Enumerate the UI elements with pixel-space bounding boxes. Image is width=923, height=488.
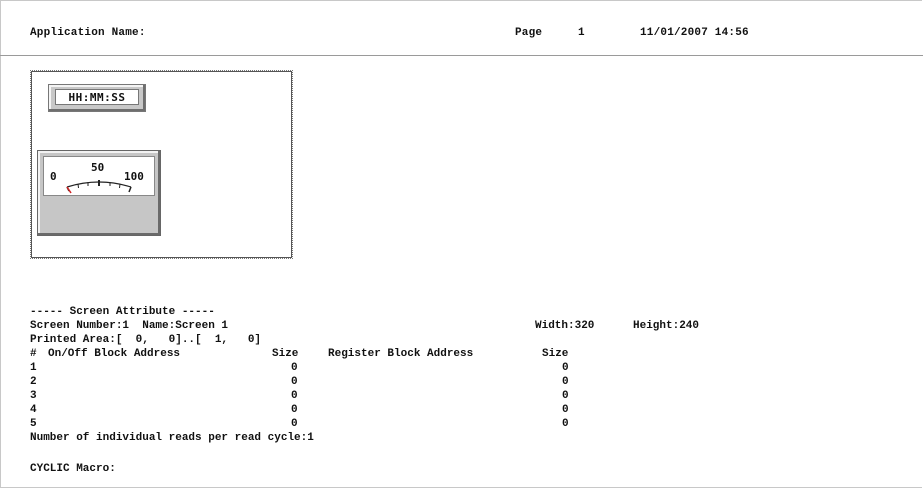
table-row-size1: 0: [291, 418, 298, 430]
application-name-label: Application Name:: [30, 27, 146, 39]
section-title: ----- Screen Attribute -----: [30, 306, 215, 318]
table-row-size2: 0: [562, 362, 569, 374]
table-header-register: Register Block Address: [328, 348, 474, 360]
table-row-size1: 0: [291, 390, 298, 402]
table-row-size1: 0: [291, 376, 298, 388]
table-row-size2: 0: [562, 418, 569, 430]
meter-min-label: 0: [50, 170, 57, 183]
page-number: 1: [578, 27, 585, 39]
table-row-num: 5: [30, 418, 37, 430]
screen-width: Width:320: [535, 320, 595, 332]
header-divider: [0, 55, 923, 56]
table-row-num: 1: [30, 362, 37, 374]
table-row-size2: 0: [562, 390, 569, 402]
table-row-size2: 0: [562, 404, 569, 416]
table-header-onoff: On/Off Block Address: [48, 348, 181, 360]
table-row-size1: 0: [291, 362, 298, 374]
table-row-num: 4: [30, 404, 37, 416]
meter-face: 0 50 100: [43, 156, 155, 196]
time-display-widget: HH:MM:SS: [48, 84, 146, 112]
time-display-text: HH:MM:SS: [55, 89, 139, 105]
table-header-hash: #: [30, 348, 37, 360]
page-label: Page: [515, 27, 543, 39]
table-row-num: 3: [30, 390, 37, 402]
reads-per-cycle-line: Number of individual reads per read cycl…: [30, 432, 314, 444]
table-header-size1: Size: [272, 348, 299, 360]
screen-number-line: Screen Number:1 Name:Screen 1: [30, 320, 229, 332]
meter-scale-icon: 0 50 100: [50, 161, 144, 194]
print-datetime: 11/01/2007 14:56: [640, 27, 749, 39]
meter-widget: 0 50 100: [37, 150, 161, 236]
cyclic-macro-label: CYCLIC Macro:: [30, 463, 116, 475]
table-row-size1: 0: [291, 404, 298, 416]
printed-area-line: Printed Area:[ 0, 0]..[ 1, 0]: [30, 334, 262, 346]
meter-mid-label: 50: [91, 161, 104, 174]
table-row-num: 2: [30, 376, 37, 388]
meter-max-label: 100: [124, 170, 144, 183]
table-header-size2: Size: [542, 348, 569, 360]
screen-height: Height:240: [633, 320, 700, 332]
meter-needle: [66, 186, 72, 194]
table-row-size2: 0: [562, 376, 569, 388]
